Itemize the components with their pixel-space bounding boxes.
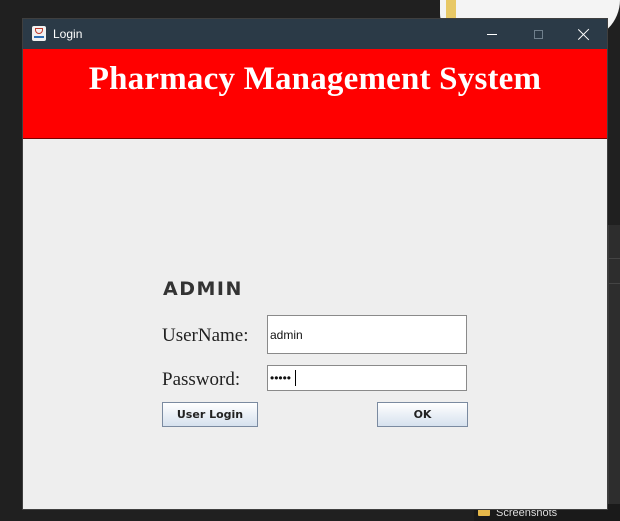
username-label: UserName:	[162, 325, 249, 346]
username-input[interactable]	[267, 315, 467, 354]
password-input[interactable]	[267, 365, 467, 391]
window-title: Login	[53, 27, 83, 41]
password-label: Password:	[162, 369, 241, 390]
login-window: Login Pharmacy Management System ADMIN U…	[22, 18, 608, 510]
minimize-button[interactable]	[469, 19, 515, 49]
header-banner: Pharmacy Management System	[23, 49, 607, 139]
text-caret	[295, 370, 296, 386]
background-window-edge	[608, 225, 620, 515]
maximize-icon	[533, 29, 543, 39]
role-heading: ADMIN	[163, 278, 243, 300]
title-bar[interactable]: Login	[23, 19, 607, 49]
java-cup-icon	[32, 26, 46, 41]
close-button[interactable]	[561, 19, 607, 49]
user-login-button[interactable]: User Login	[162, 402, 258, 427]
minimize-icon	[487, 33, 497, 35]
close-icon	[578, 28, 590, 40]
app-title: Pharmacy Management System	[88, 61, 542, 97]
maximize-button[interactable]	[515, 19, 561, 49]
ok-button[interactable]: OK	[377, 402, 468, 427]
